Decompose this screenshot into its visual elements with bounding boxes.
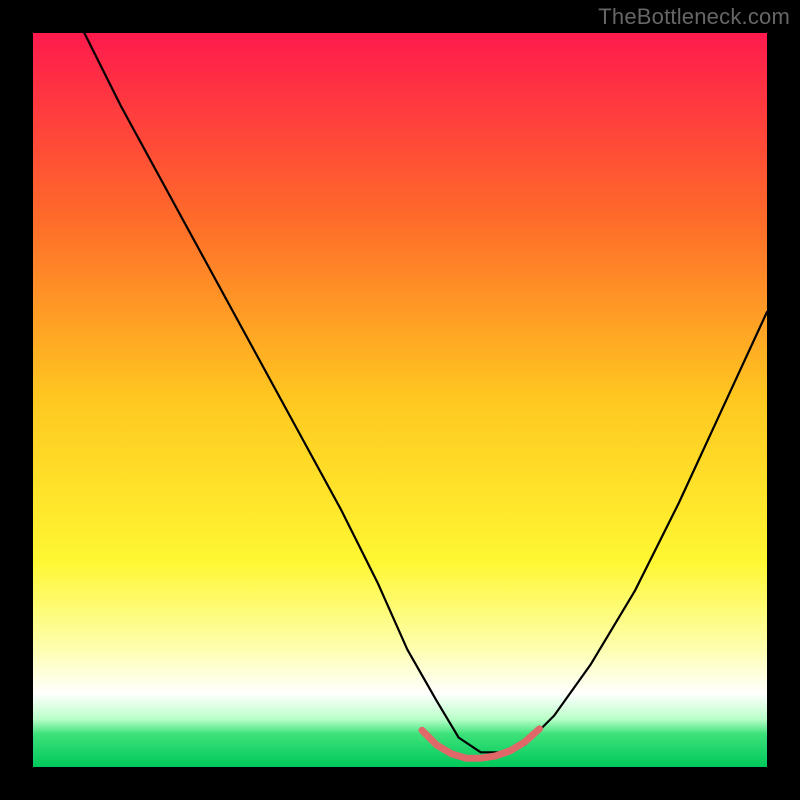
plot-background: [33, 33, 767, 767]
bottleneck-chart: [0, 0, 800, 800]
chart-frame: TheBottleneck.com: [0, 0, 800, 800]
watermark-text: TheBottleneck.com: [598, 4, 790, 30]
